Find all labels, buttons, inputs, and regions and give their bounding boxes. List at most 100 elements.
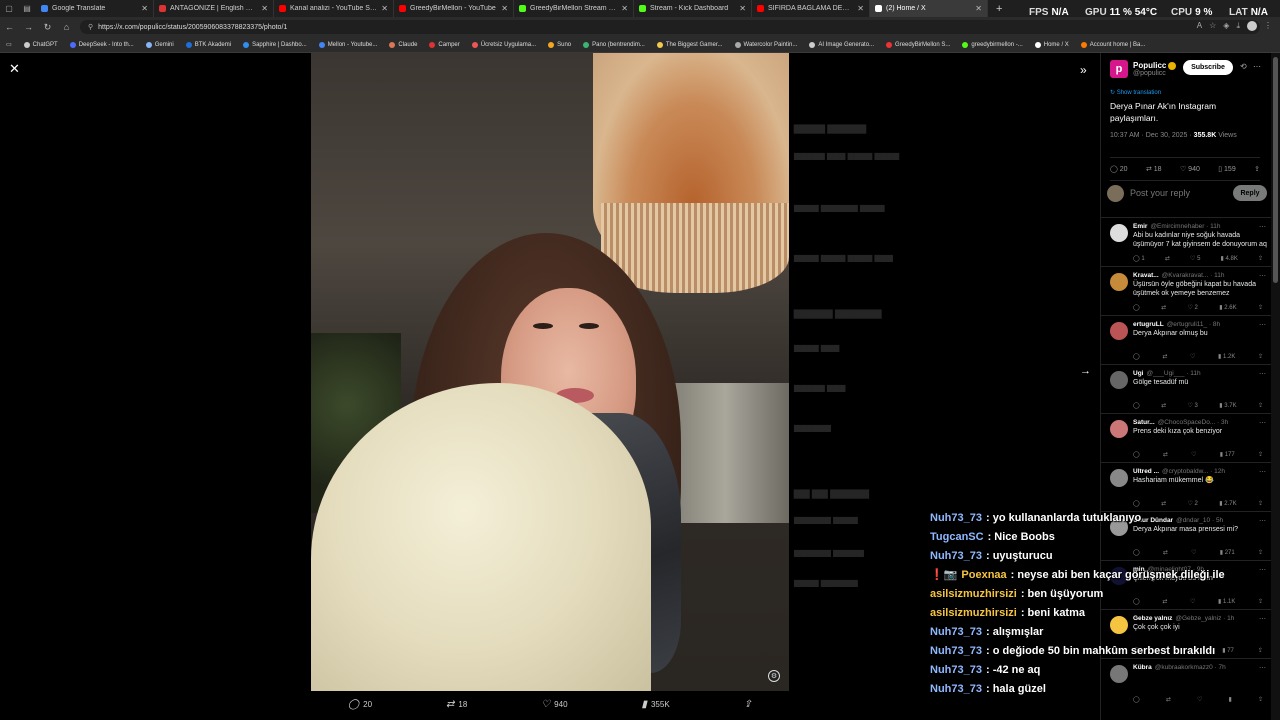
reply-repost-button[interactable]: ⇄ (1161, 304, 1166, 311)
reply-reply-button[interactable]: ◯ (1133, 402, 1140, 409)
reply-item[interactable]: Ultred ... @cryptobaldw... · 12h ⋯ Hasharia… (1101, 462, 1271, 511)
reply-views[interactable]: ▮ (1229, 696, 1232, 703)
reply-stat[interactable]: ◯ 20 (1110, 165, 1128, 173)
reply-repost-button[interactable]: ⇄ (1163, 549, 1168, 556)
grok-icon[interactable]: ⟲ (1240, 62, 1247, 71)
scrollbar-thumb[interactable] (1273, 57, 1278, 283)
browser-tab[interactable]: GreedyBirMellon - YouTube ✕ (394, 0, 514, 17)
like-action[interactable]: ♡ 940 (541, 699, 567, 710)
tweet-author[interactable]: p Populicc @populicc (1110, 60, 1177, 78)
bookmark-item[interactable]: greedybirmellon -... (956, 41, 1028, 48)
reply-more-icon[interactable]: ⋯ (1259, 370, 1266, 378)
expand-sidebar-icon[interactable]: » (1080, 63, 1087, 77)
tab-close-icon[interactable]: ✕ (141, 4, 148, 13)
window-menu-icon[interactable]: ▢ (0, 0, 18, 17)
bookmark-item[interactable]: Camper (423, 41, 465, 48)
chat-username[interactable]: Nuh73_73 (930, 642, 982, 661)
back-arrow-icon[interactable]: ← (0, 22, 19, 32)
show-translation-link[interactable]: ↻ Show translation (1110, 89, 1161, 96)
bookmark-item[interactable]: GreedyBirMellon S... (880, 41, 956, 48)
reply-more-icon[interactable]: ⋯ (1259, 566, 1266, 574)
reply-more-icon[interactable]: ⋯ (1259, 517, 1266, 525)
chat-username[interactable]: asilsizmuzhirsizi (930, 585, 1017, 604)
chat-username[interactable]: Nuh73_73 (930, 680, 982, 699)
reply-avatar[interactable] (1110, 420, 1128, 438)
reply-share-icon[interactable]: ⇪ (1258, 696, 1263, 703)
reply-share-icon[interactable]: ⇪ (1258, 647, 1263, 654)
browser-tab[interactable]: Google Translate ✕ (36, 0, 154, 17)
chat-username[interactable]: Poexnaa (961, 566, 1006, 585)
reply-author-name[interactable]: Emir (1133, 223, 1147, 230)
bookmark-item[interactable]: Sapphire | Dashbo... (237, 41, 313, 48)
tab-search-icon[interactable]: ▤ (18, 0, 36, 17)
reply-like-button[interactable]: ♡ 2 (1188, 304, 1198, 311)
reply-like-button[interactable]: ♡ (1197, 696, 1202, 703)
profile-avatar[interactable] (1247, 21, 1257, 31)
forward-arrow-icon[interactable]: → (19, 22, 38, 32)
reply-input[interactable]: Post your reply (1130, 188, 1227, 198)
all-bookmarks-icon[interactable]: ▭ (0, 41, 18, 48)
subscribe-button[interactable]: Subscribe (1183, 60, 1233, 75)
author-avatar[interactable]: p (1110, 60, 1128, 78)
reply-like-button[interactable]: ♡ (1191, 549, 1196, 556)
extensions-icon[interactable]: ◈ (1223, 21, 1229, 31)
reply-reply-button[interactable]: ◯ (1133, 353, 1140, 360)
star-icon[interactable]: ☆ (1209, 21, 1216, 31)
reply-share-icon[interactable]: ⇪ (1258, 255, 1263, 262)
reply-repost-button[interactable]: ⇄ (1163, 451, 1168, 458)
reply-share-icon[interactable]: ⇪ (1258, 304, 1263, 311)
tab-close-icon[interactable]: ✕ (975, 4, 982, 13)
browser-menu-icon[interactable]: ⋮ (1264, 21, 1272, 31)
bookmark-item[interactable]: Suno (542, 41, 577, 48)
reply-more-icon[interactable]: ⋯ (1259, 419, 1266, 427)
tab-close-icon[interactable]: ✕ (739, 4, 746, 13)
reply-views[interactable]: ▮ 2.7K (1219, 500, 1236, 507)
browser-tab[interactable]: Kanal analizi - YouTube Studio ✕ (274, 0, 394, 17)
repost-action[interactable]: ⇄ 18 (446, 699, 467, 710)
bookmark-item[interactable]: The Biggest Gamer... (651, 41, 729, 48)
reply-like-button[interactable]: ♡ 3 (1188, 402, 1198, 409)
reply-item[interactable]: Ugi @___Ugi___ · 11h ⋯ Gölge tesadüf mü ◯ ⇄ … (1101, 364, 1271, 413)
like-stat[interactable]: ♡ 940 (1180, 165, 1200, 173)
chat-username[interactable]: Nuh73_73 (930, 623, 982, 642)
tweet-photo[interactable]: ⚙ (311, 53, 789, 691)
reply-views[interactable]: ▮ 271 (1220, 549, 1235, 556)
share-action[interactable]: ⇪ (744, 699, 752, 710)
reply-more-icon[interactable]: ⋯ (1259, 615, 1266, 623)
reply-more-icon[interactable]: ⋯ (1259, 223, 1266, 231)
chat-username[interactable]: TugcanSC (930, 528, 984, 547)
reply-action[interactable]: ◯ 20 (348, 699, 372, 710)
close-icon[interactable]: ✕ (9, 61, 20, 77)
reply-repost-button[interactable]: ⇄ (1161, 402, 1166, 409)
browser-tab[interactable]: GreedyBirMellon Stream - Watch ✕ (514, 0, 634, 17)
reply-like-button[interactable]: ♡ (1190, 598, 1195, 605)
bookmark-item[interactable]: ChatGPT (18, 41, 64, 48)
bookmark-item[interactable]: Watercolor Paintin... (729, 41, 804, 48)
reply-views[interactable]: ▮ 2.6K (1219, 304, 1236, 311)
site-info-icon[interactable]: ⚲ (88, 23, 93, 31)
reply-views[interactable]: ▮ 4.8K (1221, 255, 1238, 262)
bookmark-item[interactable]: BTK Akademi (180, 41, 237, 48)
tab-close-icon[interactable]: ✕ (857, 4, 864, 13)
bookmark-item[interactable]: AI Image Generato... (803, 41, 880, 48)
reply-more-icon[interactable]: ⋯ (1259, 664, 1266, 672)
accessibility-alt-icon[interactable]: ⚙ (768, 670, 780, 682)
next-photo-arrow-icon[interactable]: → (1080, 365, 1091, 377)
tab-close-icon[interactable]: ✕ (261, 4, 268, 13)
chat-username[interactable]: Nuh73_73 (930, 547, 982, 566)
reply-repost-button[interactable]: ⇄ (1162, 353, 1167, 360)
home-icon[interactable]: ⌂ (57, 22, 76, 32)
reply-item[interactable]: ertugruLL @ertugruli11_ · 8h ⋯ Derya Akpına… (1101, 315, 1271, 364)
reply-avatar[interactable] (1110, 224, 1128, 242)
reply-like-button[interactable]: ♡ (1191, 451, 1196, 458)
reply-views[interactable]: ▮ 1.2K (1218, 353, 1235, 360)
bookmark-stat[interactable]: ▯ 159 (1218, 165, 1235, 173)
browser-tab[interactable]: Stream - Kick Dashboard ✕ (634, 0, 752, 17)
repost-stat[interactable]: ⇄ 18 (1146, 165, 1162, 173)
reply-item[interactable]: Emir @Emircimnehaber · 11h ⋯ Abi bu kadınla… (1101, 217, 1271, 266)
reply-repost-button[interactable]: ⇄ (1166, 696, 1171, 703)
reply-share-icon[interactable]: ⇪ (1258, 353, 1263, 360)
tab-close-icon[interactable]: ✕ (381, 4, 388, 13)
reply-avatar[interactable] (1110, 322, 1128, 340)
reply-author-name[interactable]: Ultred ... (1133, 468, 1159, 475)
